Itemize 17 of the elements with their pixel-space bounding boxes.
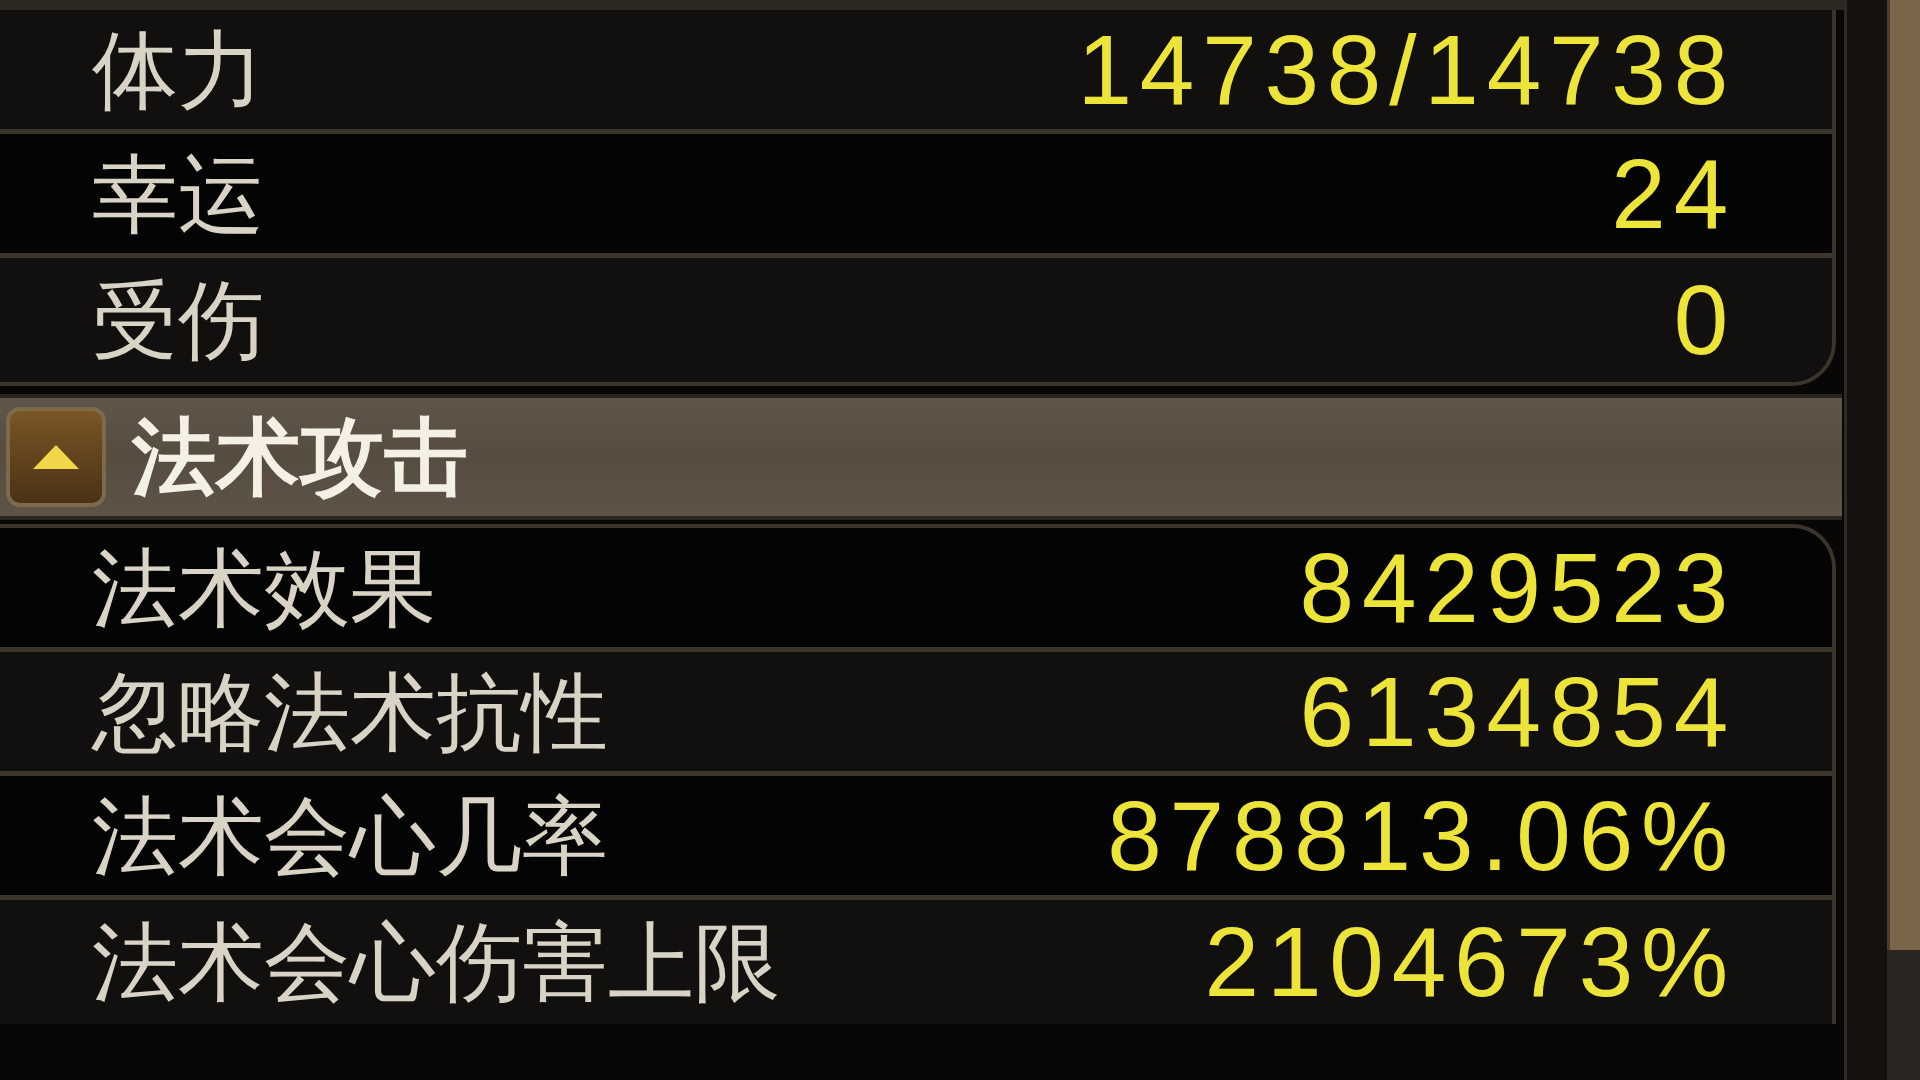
stat-value: 0 xyxy=(1673,271,1736,369)
stat-value: 24 xyxy=(1611,144,1736,243)
stat-label: 法术会心几率 xyxy=(92,792,608,879)
stat-value: 2104673% xyxy=(1204,913,1736,1011)
caret-up-icon xyxy=(33,445,79,469)
stat-label: 幸运 xyxy=(92,150,264,237)
stat-value: 8429523 xyxy=(1299,538,1736,637)
stat-label: 忽略法术抗性 xyxy=(92,668,608,755)
stat-value: 878813.06% xyxy=(1107,786,1736,885)
stat-label: 法术效果 xyxy=(92,544,436,631)
section-title: 法术攻击 xyxy=(132,415,468,499)
collapse-button[interactable] xyxy=(6,407,106,507)
stat-label: 受伤 xyxy=(92,277,264,363)
stat-label: 体力 xyxy=(92,26,264,113)
stat-value: 14738/14738 xyxy=(1077,20,1736,119)
stat-label: 法术会心伤害上限 xyxy=(92,919,780,1005)
stat-value: 6134854 xyxy=(1299,662,1736,761)
